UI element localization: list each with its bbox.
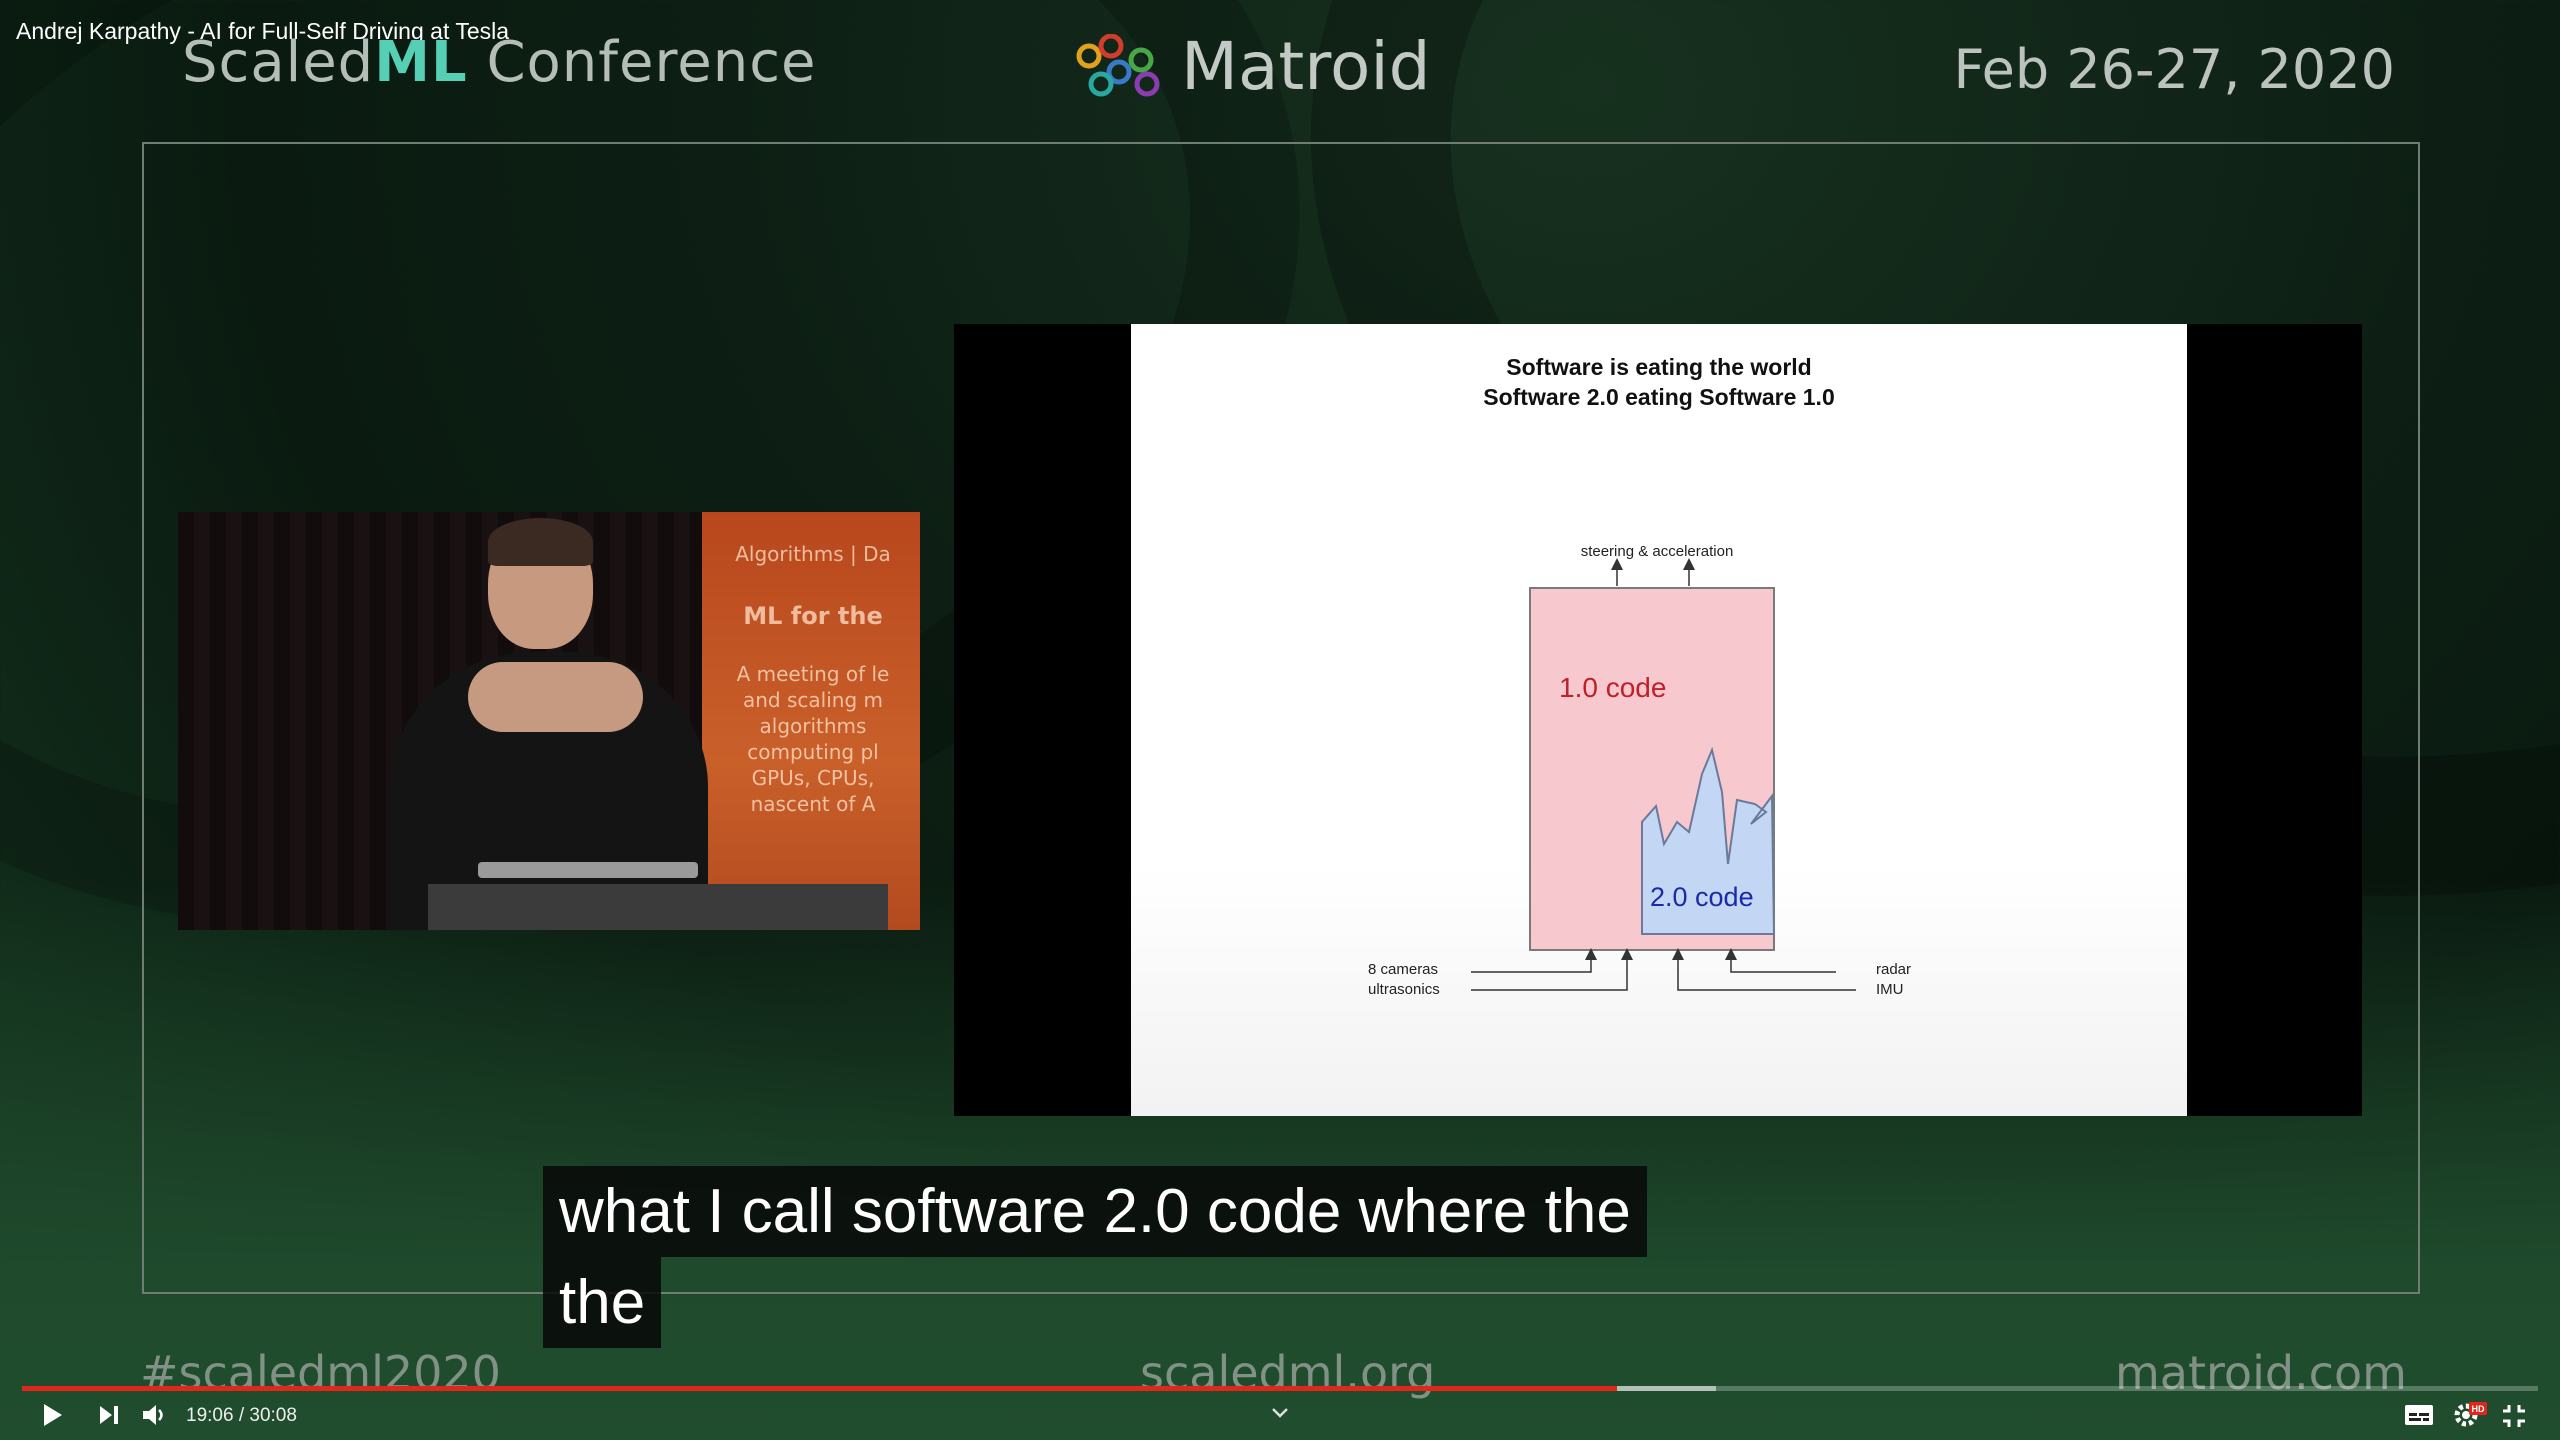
conference-name-suffix: Conference <box>467 30 817 95</box>
banner-text: computing pl <box>747 740 879 764</box>
conference-date: Feb 26-27, 2020 <box>1953 38 2395 101</box>
software-diagram: steering & acceleration 1.0 code 2.0 cod… <box>1368 543 1911 998</box>
podium <box>428 884 888 930</box>
input-label-imu: IMU <box>1876 981 1904 998</box>
footer-site: scaledml.org <box>1140 1346 1436 1400</box>
banner-text: algorithms <box>759 714 867 738</box>
brand-name: Matroid <box>1181 28 1431 105</box>
matroid-logo-icon <box>1076 33 1160 96</box>
player-controls: 19:06 / 30:08 HD <box>0 1396 2560 1440</box>
play-icon[interactable] <box>40 1400 66 1430</box>
speaker-hands <box>468 662 643 732</box>
banner-text: A meeting of le <box>736 662 890 686</box>
input-label-ultrasonics: ultrasonics <box>1368 981 1440 998</box>
code2-label: 2.0 code <box>1650 882 1754 912</box>
input-label-cameras: 8 cameras <box>1368 961 1438 978</box>
laptop <box>478 862 698 878</box>
progress-bar[interactable] <box>22 1386 2538 1391</box>
conference-name-prefix: Scaled <box>182 30 375 95</box>
conference-name: ScaledML Conference <box>182 30 816 95</box>
banner-text: Algorithms | Da <box>735 542 891 566</box>
time-display: 19:06 / 30:08 <box>186 1405 297 1426</box>
code1-label: 1.0 code <box>1559 672 1666 703</box>
settings-icon[interactable]: HD <box>2452 1400 2488 1430</box>
banner-text: and scaling m <box>743 688 883 712</box>
exit-fullscreen-icon[interactable] <box>2500 1402 2528 1430</box>
subtitles-icon[interactable] <box>2404 1402 2434 1428</box>
progress-played <box>22 1386 1617 1391</box>
chevron-down-icon[interactable] <box>1270 1406 1290 1420</box>
banner-text: GPUs, CPUs, <box>751 766 875 790</box>
matroid-brand: Matroid <box>1075 28 1431 105</box>
speaker-video: Algorithms | Da ML for the A meeting of … <box>178 512 920 930</box>
hd-badge: HD <box>2472 1404 2485 1414</box>
caption-line-2: the <box>543 1257 662 1348</box>
input-arrow <box>1471 948 1597 973</box>
footer-hashtag: #scaledml2020 <box>140 1346 501 1400</box>
captions: what I call software 2.0 code where the … <box>543 1166 1647 1348</box>
next-icon[interactable] <box>96 1400 122 1430</box>
output-label: steering & acceleration <box>1581 543 1734 560</box>
conference-name-ml: ML <box>374 30 468 95</box>
caption-line-1: what I call software 2.0 code where the <box>543 1166 1647 1257</box>
input-label-radar: radar <box>1876 961 1911 978</box>
presentation-slide: Software is eating the world Software 2.… <box>1131 324 2187 1116</box>
speaker-hair <box>488 518 593 566</box>
banner-text: nascent of A <box>750 792 876 816</box>
input-arrow <box>1725 948 1836 973</box>
footer-company: matroid.com <box>2115 1346 2407 1400</box>
volume-icon[interactable] <box>140 1400 170 1430</box>
banner-text: ML for the <box>743 602 883 630</box>
